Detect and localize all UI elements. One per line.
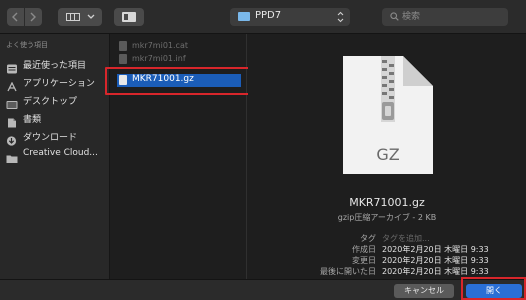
file-row-mkr7mi01-cat[interactable]: mkr7mi01.cat — [117, 40, 241, 53]
chevron-down-icon — [87, 14, 95, 19]
meta-value: 2020年2月20日 木曜日 9:33 — [382, 267, 489, 276]
back-button[interactable] — [7, 8, 24, 26]
sidebar-item-label: 書類 — [23, 115, 42, 125]
meta-row-tags: タグ タグを追加... — [248, 233, 526, 244]
location-popup[interactable]: PPD7 — [230, 8, 350, 26]
sidebar-section-favorites: よく使う項目 — [6, 41, 48, 49]
sidebar: よく使う項目 最近使った項目 アプリケーション デスクトップ 書類 ダウンロード… — [0, 34, 110, 279]
file-type-label: GZ — [376, 145, 399, 164]
group-icon — [122, 12, 136, 22]
meta-key: 作成日 — [352, 245, 376, 254]
chevron-left-icon — [12, 12, 18, 22]
applications-icon — [6, 77, 18, 92]
cancel-button[interactable]: キャンセル — [394, 284, 454, 298]
sidebar-item-recents[interactable]: 最近使った項目 — [6, 56, 108, 74]
document-icon — [119, 41, 127, 51]
open-file-dialog: PPD7 よく使う項目 最近使った項目 アプリケーション デスクトップ — [0, 0, 526, 300]
recents-icon — [6, 59, 18, 74]
location-label: PPD7 — [255, 10, 282, 21]
sidebar-item-applications[interactable]: アプリケーション — [6, 74, 108, 92]
documents-icon — [6, 113, 18, 128]
sidebar-item-desktop[interactable]: デスクトップ — [6, 92, 108, 109]
sidebar-item-documents[interactable]: 書類 — [6, 110, 108, 128]
sidebar-item-creative-cloud[interactable]: Creative Cloud... — [6, 146, 108, 163]
file-name: mkr7mi01.cat — [132, 41, 188, 50]
search-input[interactable] — [402, 9, 502, 25]
file-name: mkr7mi01.inf — [132, 54, 186, 63]
preview-file-kind: gzip圧縮アーカイブ - 2 KB — [337, 213, 437, 222]
up-down-chevron-icon — [337, 11, 344, 23]
dialog-button-bar: キャンセル 開く — [0, 279, 526, 300]
gzip-archive-icon: GZ — [343, 56, 433, 174]
sidebar-item-label: Creative Cloud... — [23, 148, 98, 158]
folder-icon — [6, 149, 18, 163]
sidebar-item-label: デスクトップ — [23, 97, 78, 107]
meta-key: 最後に開いた日 — [320, 267, 376, 276]
preview-pane: GZ MKR71001.gz gzip圧縮アーカイブ - 2 KB タグ タグを… — [248, 34, 526, 279]
meta-key: タグ — [360, 234, 376, 243]
search-field[interactable] — [382, 8, 508, 26]
sidebar-item-label: ダウンロード — [23, 133, 78, 143]
meta-row-last-opened: 最後に開いた日 2020年2月20日 木曜日 9:33 — [248, 266, 526, 277]
folder-icon — [238, 12, 250, 21]
meta-key: 変更日 — [352, 256, 376, 265]
meta-value: 2020年2月20日 木曜日 9:33 — [382, 256, 489, 265]
meta-row-modified: 変更日 2020年2月20日 木曜日 9:33 — [248, 255, 526, 266]
chevron-right-icon — [30, 12, 36, 22]
sidebar-item-downloads[interactable]: ダウンロード — [6, 128, 108, 146]
desktop-icon — [6, 95, 18, 109]
add-tags-field[interactable]: タグを追加... — [382, 233, 430, 244]
forward-button[interactable] — [25, 8, 42, 26]
view-mode-button[interactable] — [58, 8, 102, 26]
preview-file-name: MKR71001.gz — [349, 196, 425, 209]
downloads-icon — [6, 131, 18, 146]
meta-row-created: 作成日 2020年2月20日 木曜日 9:33 — [248, 244, 526, 255]
open-button-highlight-outline — [461, 277, 526, 300]
toolbar: PPD7 — [0, 0, 526, 34]
document-icon — [119, 54, 127, 64]
column-view-icon — [66, 13, 80, 21]
group-button[interactable] — [114, 8, 144, 26]
selection-highlight-outline — [105, 67, 251, 95]
sidebar-item-label: 最近使った項目 — [23, 61, 87, 71]
file-row-mkr7mi01-inf[interactable]: mkr7mi01.inf — [117, 53, 241, 66]
search-icon — [390, 12, 399, 21]
meta-value: 2020年2月20日 木曜日 9:33 — [382, 245, 489, 254]
sidebar-item-label: アプリケーション — [23, 79, 95, 89]
